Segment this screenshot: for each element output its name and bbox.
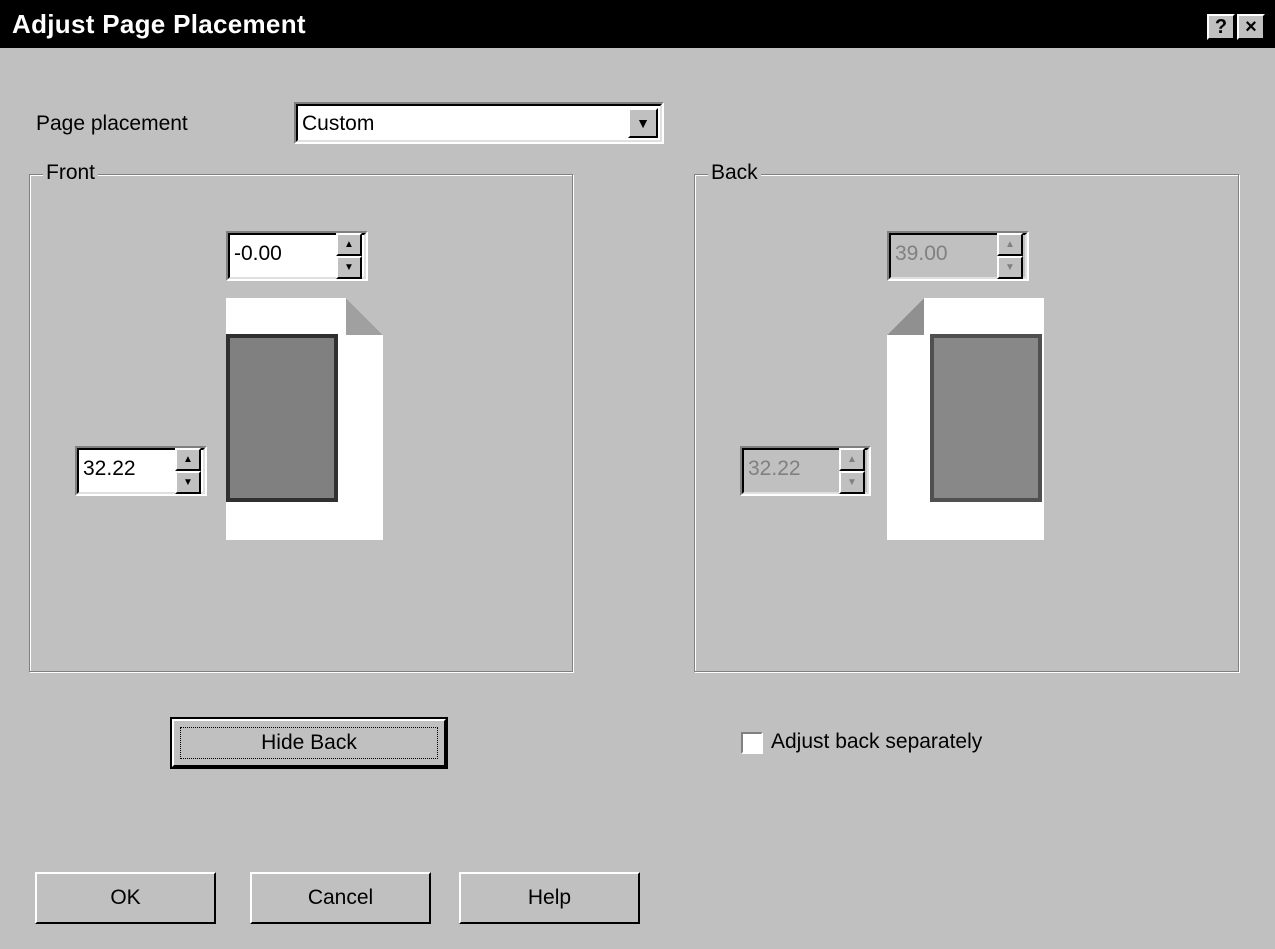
close-icon[interactable]: × [1237, 14, 1265, 40]
title-bar[interactable]: Adjust Page Placement ? × [0, 0, 1275, 48]
back-top-spinner[interactable]: ▲ ▼ [997, 233, 1023, 279]
spin-down-icon[interactable]: ▼ [839, 471, 865, 494]
page-placement-label: Page placement [36, 112, 188, 135]
spin-up-icon[interactable]: ▲ [175, 448, 201, 471]
spin-down-icon[interactable]: ▼ [175, 471, 201, 494]
spin-down-icon[interactable]: ▼ [336, 256, 362, 279]
page-placement-value: Custom [302, 112, 375, 135]
spin-up-icon[interactable]: ▲ [336, 233, 362, 256]
ok-button[interactable]: OK [35, 872, 216, 924]
front-left-offset-input[interactable]: 32.22 ▲ ▼ [75, 446, 207, 496]
front-top-spinner[interactable]: ▲ ▼ [336, 233, 362, 279]
back-left-offset-input[interactable]: 32.22 ▲ ▼ [740, 446, 871, 496]
front-top-offset-value: -0.00 [234, 242, 282, 265]
front-content-area [226, 334, 338, 502]
front-top-offset-input[interactable]: -0.00 ▲ ▼ [226, 231, 368, 281]
help-icon[interactable]: ? [1207, 14, 1235, 40]
back-left-offset-value: 32.22 [748, 457, 801, 480]
ok-button-label: OK [110, 886, 141, 909]
spin-down-icon[interactable]: ▼ [997, 256, 1023, 279]
back-group-label: Back [708, 161, 761, 185]
hide-back-button[interactable]: Hide Back [170, 717, 448, 769]
back-top-offset-input[interactable]: 39.00 ▲ ▼ [887, 231, 1029, 281]
window-title: Adjust Page Placement [12, 9, 306, 39]
spin-up-icon[interactable]: ▲ [839, 448, 865, 471]
adjust-back-checkbox[interactable] [741, 732, 763, 754]
page-placement-dropdown[interactable]: Custom ▼ [294, 102, 664, 144]
front-group-label: Front [43, 161, 99, 185]
cancel-button[interactable]: Cancel [250, 872, 431, 924]
page-corner-icon [887, 298, 924, 335]
back-left-spinner[interactable]: ▲ ▼ [839, 448, 865, 494]
help-button[interactable]: Help [459, 872, 640, 924]
front-left-offset-value: 32.22 [83, 457, 136, 480]
adjust-back-label[interactable]: Adjust back separately [771, 730, 982, 754]
front-left-spinner[interactable]: ▲ ▼ [175, 448, 201, 494]
cancel-button-label: Cancel [307, 886, 374, 909]
front-page-preview [226, 298, 383, 540]
help-button-label: Help [527, 886, 572, 909]
chevron-down-icon[interactable]: ▼ [628, 108, 658, 138]
hide-back-button-label: Hide Back [261, 731, 357, 754]
spin-up-icon[interactable]: ▲ [997, 233, 1023, 256]
page-corner-icon [346, 298, 383, 335]
back-top-offset-value: 39.00 [895, 242, 948, 265]
back-content-area [930, 334, 1042, 502]
back-page-preview [887, 298, 1044, 540]
